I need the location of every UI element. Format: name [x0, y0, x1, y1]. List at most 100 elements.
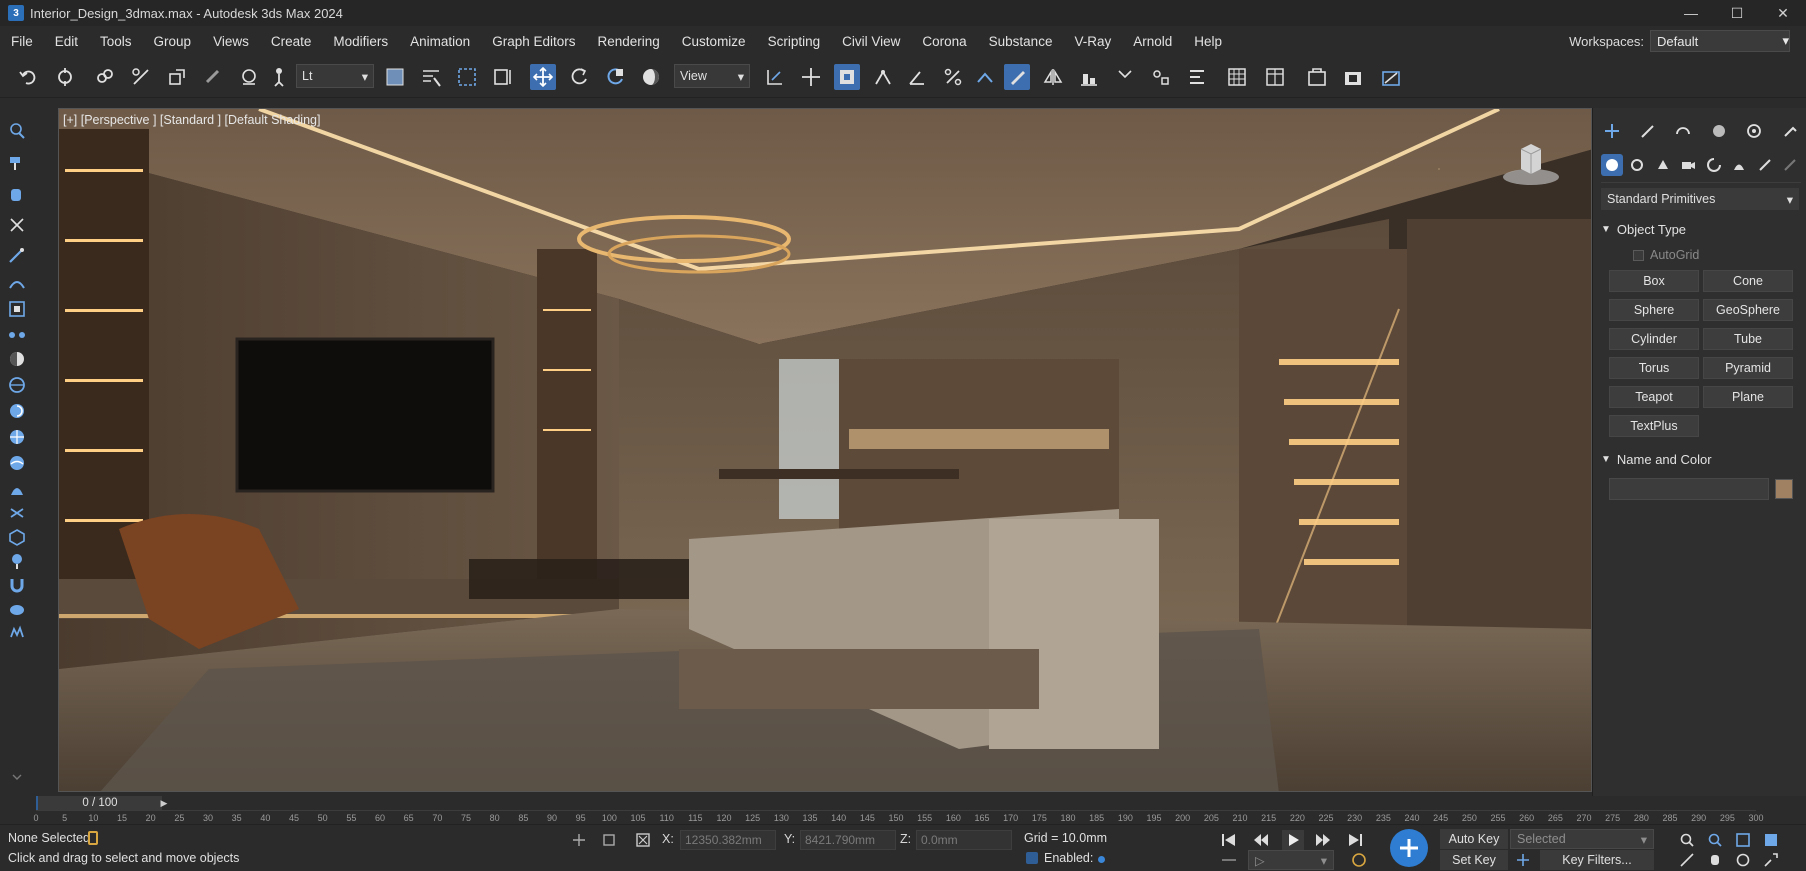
percent-snap-icon[interactable] — [940, 64, 966, 90]
menu-tools[interactable]: Tools — [89, 26, 143, 56]
menu-customize[interactable]: Customize — [671, 26, 757, 56]
isolate-selection-icon[interactable] — [568, 830, 590, 850]
menu-corona[interactable]: Corona — [911, 26, 977, 56]
zoom-extents-all-icon[interactable] — [1760, 830, 1782, 850]
lights-icon[interactable] — [1652, 154, 1674, 176]
systems-icon[interactable] — [1754, 154, 1776, 176]
select-by-name-icon[interactable] — [418, 64, 444, 90]
rectangular-selection-icon[interactable] — [454, 64, 480, 90]
minimize-icon[interactable]: — — [1668, 0, 1714, 26]
rendered-frame-window-icon[interactable] — [1304, 64, 1330, 90]
menu-arnold[interactable]: Arnold — [1122, 26, 1183, 56]
align-icon[interactable] — [1076, 64, 1102, 90]
render-production-icon[interactable] — [1340, 64, 1366, 90]
swirl-icon[interactable] — [6, 400, 28, 422]
set-key-button[interactable]: Set Key — [1440, 850, 1508, 870]
render-setup-icon[interactable] — [1262, 64, 1288, 90]
go-to-end-icon[interactable] — [1344, 830, 1366, 850]
select-tool-icon[interactable] — [6, 120, 28, 142]
workspaces-dropdown[interactable]: Default ▾ — [1650, 30, 1790, 52]
schematic-view-icon[interactable] — [1184, 64, 1210, 90]
reference-coordinate-dropdown[interactable]: View ▾ — [674, 64, 750, 88]
absolute-mode-icon[interactable] — [632, 830, 654, 850]
window-crossing-icon[interactable] — [490, 64, 516, 90]
magic-wand-icon[interactable] — [6, 244, 28, 266]
selection-filter-dropdown[interactable]: Lt ▾ — [296, 64, 374, 88]
time-ruler[interactable]: 0 5 10 15 20 25 30 35 40 45 50 55 60 65 70 75 80 85 90 95 10… — [33, 810, 1764, 824]
render-in-cloud-icon[interactable] — [1378, 64, 1404, 90]
previous-frame-icon[interactable] — [1250, 830, 1272, 850]
menu-modifiers[interactable]: Modifiers — [322, 26, 399, 56]
maximize-icon[interactable]: ☐ — [1714, 0, 1760, 26]
helpers-icon[interactable] — [1703, 154, 1725, 176]
wave-ball-icon[interactable] — [6, 452, 28, 474]
mirror-icon[interactable] — [1040, 64, 1066, 90]
pivot-center-icon[interactable] — [762, 64, 788, 90]
play-icon[interactable] — [1282, 830, 1304, 850]
edit-named-selection-icon[interactable] — [1004, 64, 1030, 90]
enabled-indicator-icon[interactable] — [1098, 856, 1105, 863]
object-name-field[interactable] — [1609, 478, 1769, 500]
motion-tab-icon[interactable] — [1708, 120, 1730, 142]
next-frame-icon[interactable] — [1312, 830, 1334, 850]
plane-button[interactable]: Plane — [1703, 386, 1793, 408]
menu-graph-editors[interactable]: Graph Editors — [481, 26, 586, 56]
perspective-viewport[interactable]: [+] [Perspective ] [Standard ] [Default … — [58, 108, 1592, 792]
space-warps-icon[interactable] — [1728, 154, 1750, 176]
select-and-place-icon[interactable] — [638, 64, 664, 90]
textplus-button[interactable]: TextPlus — [1609, 415, 1699, 437]
geosphere-button[interactable]: GeoSphere — [1703, 299, 1793, 321]
cone-button[interactable]: Cone — [1703, 270, 1793, 292]
pan-view-icon[interactable] — [1704, 850, 1726, 870]
menu-civil-view[interactable]: Civil View — [831, 26, 911, 56]
modify-tab-icon[interactable] — [1637, 120, 1659, 142]
scissors-icon[interactable] — [6, 214, 28, 236]
menu-group[interactable]: Group — [143, 26, 203, 56]
sculpt-icon[interactable] — [6, 478, 28, 500]
scroll-down-icon[interactable] — [6, 766, 28, 788]
cube-icon[interactable] — [6, 526, 28, 548]
add-key-icon[interactable] — [1390, 829, 1428, 867]
globe-icon[interactable] — [6, 374, 28, 396]
bind-space-warp-icon[interactable] — [164, 64, 190, 90]
redo-icon[interactable] — [52, 64, 78, 90]
layer-explorer-icon[interactable] — [1112, 64, 1138, 90]
go-to-start-icon[interactable] — [1218, 830, 1240, 850]
undo-icon[interactable] — [16, 64, 42, 90]
select-and-rotate-icon[interactable] — [566, 64, 592, 90]
timeline-right-arrow-icon[interactable]: ▶ — [158, 796, 170, 810]
object-color-swatch[interactable] — [1775, 479, 1793, 499]
key-selection-dropdown[interactable]: Selected ▾ — [1510, 829, 1654, 849]
spinner-snap-icon[interactable] — [972, 64, 998, 90]
lock-selection-icon[interactable] — [88, 831, 98, 845]
field-of-view-icon[interactable] — [1676, 850, 1698, 870]
hierarchy-tab-icon[interactable] — [1672, 120, 1694, 142]
brush-icon[interactable] — [6, 550, 28, 572]
unlink-selection-icon[interactable] — [128, 64, 154, 90]
hierarchy-icon[interactable] — [236, 64, 262, 90]
menu-create[interactable]: Create — [260, 26, 323, 56]
viewcube-icon[interactable] — [1501, 139, 1561, 192]
menu-substance[interactable]: Substance — [978, 26, 1064, 56]
pinch-icon[interactable] — [6, 502, 28, 524]
cameras-icon[interactable] — [1677, 154, 1699, 176]
display-tab-icon[interactable] — [1743, 120, 1765, 142]
x-coordinate-field[interactable]: 12350.382mm — [680, 830, 776, 850]
time-tag-icon[interactable] — [1026, 852, 1038, 864]
keyboard-shortcut-override-icon[interactable] — [834, 64, 860, 90]
set-key-mode-icon[interactable] — [1512, 850, 1534, 870]
menu-rendering[interactable]: Rendering — [587, 26, 671, 56]
frame-spinner[interactable]: ▷ ▾ — [1248, 850, 1334, 870]
shapes-icon[interactable] — [1626, 154, 1648, 176]
select-and-scale-icon[interactable] — [602, 64, 628, 90]
menu-file[interactable]: File — [0, 26, 44, 56]
orbit-icon[interactable] — [1732, 850, 1754, 870]
cylinder-button[interactable]: Cylinder — [1609, 328, 1699, 350]
angle-snap-icon[interactable] — [904, 64, 930, 90]
box-button[interactable]: Box — [1609, 270, 1699, 292]
tube-button[interactable]: Tube — [1703, 328, 1793, 350]
geometry-icon[interactable] — [1601, 154, 1623, 176]
name-and-color-rollout[interactable]: ▼ Name and Color — [1601, 452, 1712, 467]
half-sphere-icon[interactable] — [6, 348, 28, 370]
key-mode-toggle-icon[interactable] — [1218, 850, 1240, 870]
